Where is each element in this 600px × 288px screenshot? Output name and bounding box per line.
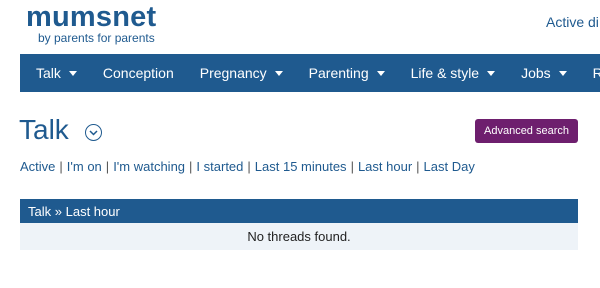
filter-separator: | bbox=[416, 159, 420, 174]
filter-i-started[interactable]: I started bbox=[196, 159, 243, 174]
filter-im-watching[interactable]: I'm watching bbox=[113, 159, 185, 174]
filter-separator: | bbox=[59, 159, 63, 174]
breadcrumb-separator: » bbox=[54, 203, 62, 219]
breadcrumb-current: Last hour bbox=[65, 203, 120, 219]
nav-item-label: Conception bbox=[102, 65, 174, 81]
mumsnet-logo[interactable]: mumsnet by parents for parents bbox=[26, 2, 156, 44]
filter-im-on[interactable]: I'm on bbox=[67, 159, 102, 174]
nav-item-label: Jobs bbox=[521, 65, 551, 81]
chevron-down-icon bbox=[274, 70, 283, 76]
nav-item-label: Pregnancy bbox=[199, 65, 267, 81]
nav-item-parenting[interactable]: Parenting bbox=[309, 65, 385, 81]
chevron-down-icon bbox=[68, 70, 77, 76]
nav-item-truncated[interactable]: Re bbox=[593, 65, 600, 81]
nav-item-talk[interactable]: Talk bbox=[36, 65, 77, 81]
filter-separator: | bbox=[247, 159, 251, 174]
results-breadcrumb: Talk » Last hour bbox=[20, 199, 578, 223]
chevron-down-icon bbox=[487, 70, 496, 76]
filter-last-hour[interactable]: Last hour bbox=[358, 159, 412, 174]
nav-item-label: Talk bbox=[36, 65, 61, 81]
nav-item-jobs[interactable]: Jobs bbox=[521, 65, 567, 81]
nav-item-conception[interactable]: Conception bbox=[103, 65, 174, 81]
breadcrumb-talk[interactable]: Talk bbox=[28, 204, 51, 219]
nav-item-label: Re bbox=[592, 65, 600, 81]
filter-last-day[interactable]: Last Day bbox=[424, 159, 475, 174]
chevron-down-icon bbox=[376, 70, 385, 76]
filter-separator: | bbox=[189, 159, 193, 174]
active-discussions-link[interactable]: Active di bbox=[546, 14, 599, 30]
filter-separator: | bbox=[105, 159, 110, 174]
advanced-search-button[interactable]: Advanced search bbox=[475, 119, 578, 143]
main-nav: Talk Conception Pregnancy Parenting Life… bbox=[20, 54, 600, 92]
logo-tagline: by parents for parents bbox=[38, 31, 155, 45]
nav-item-label: Parenting bbox=[308, 65, 369, 81]
logo-wordmark: mumsnet bbox=[26, 1, 157, 33]
nav-item-label: Life & style bbox=[410, 65, 480, 81]
nav-item-pregnancy[interactable]: Pregnancy bbox=[200, 65, 283, 81]
nav-item-life-style[interactable]: Life & style bbox=[410, 65, 496, 81]
empty-results-message: No threads found. bbox=[20, 223, 578, 250]
chevron-down-circle-icon[interactable] bbox=[85, 124, 102, 141]
page-title: Talk bbox=[19, 114, 69, 145]
filter-last-15-minutes[interactable]: Last 15 minutes bbox=[255, 159, 347, 174]
chevron-down-icon bbox=[558, 70, 567, 76]
filter-active[interactable]: Active bbox=[20, 159, 55, 174]
filter-links: Active | I'm on | I'm watching | I started | Las… bbox=[20, 159, 475, 174]
filter-separator: | bbox=[350, 159, 354, 174]
